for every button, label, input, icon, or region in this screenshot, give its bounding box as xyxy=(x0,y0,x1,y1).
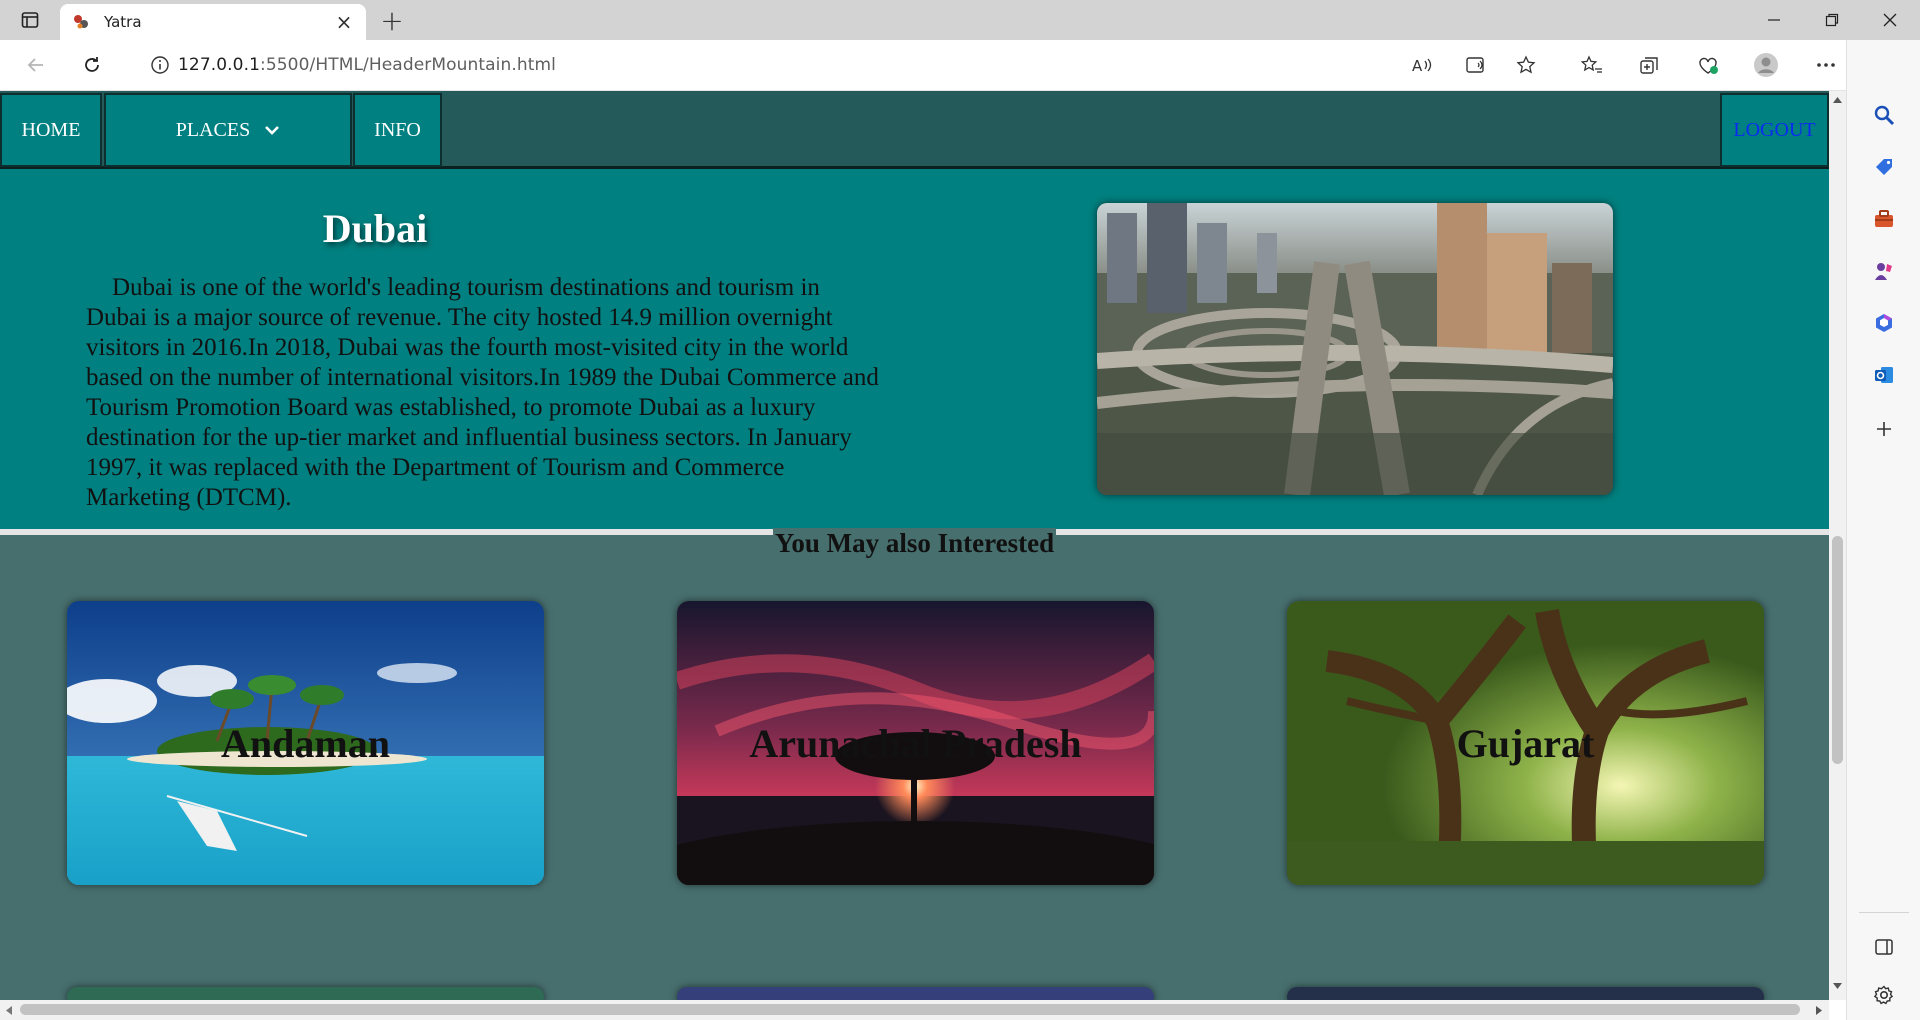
tab-actions-icon xyxy=(21,12,39,28)
place-card-arunachal-pradesh[interactable]: Arunachal Pradesh xyxy=(677,601,1154,885)
place-card-next-row[interactable] xyxy=(677,987,1154,1000)
sidebar-divider xyxy=(1859,912,1909,913)
window-close-icon[interactable] xyxy=(1862,0,1918,40)
nav-logout[interactable]: LOGOUT xyxy=(1720,93,1829,167)
dubai-section: Dubai Dubai is one of the world's leadin… xyxy=(0,169,1829,529)
dubai-description: Dubai is one of the world's leading tour… xyxy=(86,274,879,511)
profile-icon[interactable] xyxy=(1748,47,1784,83)
refresh-icon[interactable] xyxy=(74,47,110,83)
favicon-icon xyxy=(70,11,92,33)
place-card-next-row[interactable] xyxy=(1287,987,1764,1000)
nav-info[interactable]: INFO xyxy=(353,93,442,167)
nav-places-label: PLACES xyxy=(175,118,251,141)
vertical-scroll-thumb[interactable] xyxy=(1832,536,1843,764)
vertical-scrollbar[interactable] xyxy=(1829,91,1846,1000)
place-card-next-row[interactable] xyxy=(67,987,544,1000)
scroll-right-arrow[interactable] xyxy=(1816,1006,1822,1015)
page-title: Dubai xyxy=(322,206,428,251)
collections-icon[interactable] xyxy=(1632,47,1668,83)
place-card-andaman[interactable]: Andaman xyxy=(67,601,544,885)
browser-tab-yatra[interactable]: Yatra × xyxy=(60,4,366,40)
immersive-reader-icon[interactable] xyxy=(1458,47,1494,83)
scroll-down-arrow[interactable] xyxy=(1833,983,1842,989)
read-aloud-icon[interactable]: A xyxy=(1404,47,1440,83)
favorite-star-icon[interactable] xyxy=(1508,47,1544,83)
card-label: Gujarat xyxy=(1456,720,1595,766)
minimize-icon[interactable] xyxy=(1746,0,1802,40)
favorites-icon[interactable] xyxy=(1574,47,1610,83)
card-label: Arunachal Pradesh xyxy=(749,720,1082,766)
shopping-icon[interactable] xyxy=(1867,150,1901,184)
add-icon[interactable] xyxy=(1867,412,1901,446)
edge-sidebar xyxy=(1846,40,1920,1020)
sidebar-toggle-icon[interactable] xyxy=(1867,930,1901,964)
url-text: 127.0.0.1:5500/HTML/HeaderMountain.html xyxy=(178,55,556,75)
svg-text:A: A xyxy=(1412,57,1423,75)
suggestions-heading: You May also Interested xyxy=(772,528,1057,558)
more-icon[interactable] xyxy=(1808,47,1844,83)
tab-title: Yatra xyxy=(104,13,142,31)
address-bar[interactable]: 127.0.0.1:5500/HTML/HeaderMountain.html xyxy=(130,45,1558,85)
tools-icon[interactable] xyxy=(1867,202,1901,236)
tab-actions-button[interactable] xyxy=(10,6,50,34)
horizontal-scrollbar[interactable] xyxy=(0,1000,1829,1020)
settings-icon[interactable] xyxy=(1867,978,1901,1012)
page-viewport: Dubai Dubai is one of the world's leadin… xyxy=(0,91,1829,1000)
card-label: Andaman xyxy=(221,720,390,766)
browser-tab-bar: Yatra × + xyxy=(0,0,1920,40)
browser-toolbar: 127.0.0.1:5500/HTML/HeaderMountain.html … xyxy=(0,40,1920,91)
chevron-down-icon xyxy=(264,124,280,136)
office-icon[interactable] xyxy=(1867,306,1901,340)
search-icon[interactable] xyxy=(1867,98,1901,132)
dubai-highway-image xyxy=(1097,203,1613,495)
plus-icon[interactable]: + xyxy=(376,4,408,37)
nav-places[interactable]: PLACES xyxy=(104,93,352,167)
nav-home[interactable]: HOME xyxy=(0,93,102,167)
place-card-gujarat[interactable]: Gujarat xyxy=(1287,601,1764,885)
games-icon[interactable] xyxy=(1867,254,1901,288)
scroll-left-arrow[interactable] xyxy=(6,1006,12,1015)
horizontal-scroll-thumb[interactable] xyxy=(20,1004,1800,1015)
scroll-up-arrow[interactable] xyxy=(1833,97,1842,103)
close-icon[interactable]: × xyxy=(332,10,356,34)
info-icon[interactable] xyxy=(150,55,170,75)
outlook-icon[interactable] xyxy=(1867,358,1901,392)
main-navbar: HOME PLACES INFO LOGOUT xyxy=(0,91,1829,169)
browser-essentials-icon[interactable] xyxy=(1690,47,1726,83)
back-icon[interactable] xyxy=(18,47,54,83)
restore-icon[interactable] xyxy=(1804,0,1860,40)
